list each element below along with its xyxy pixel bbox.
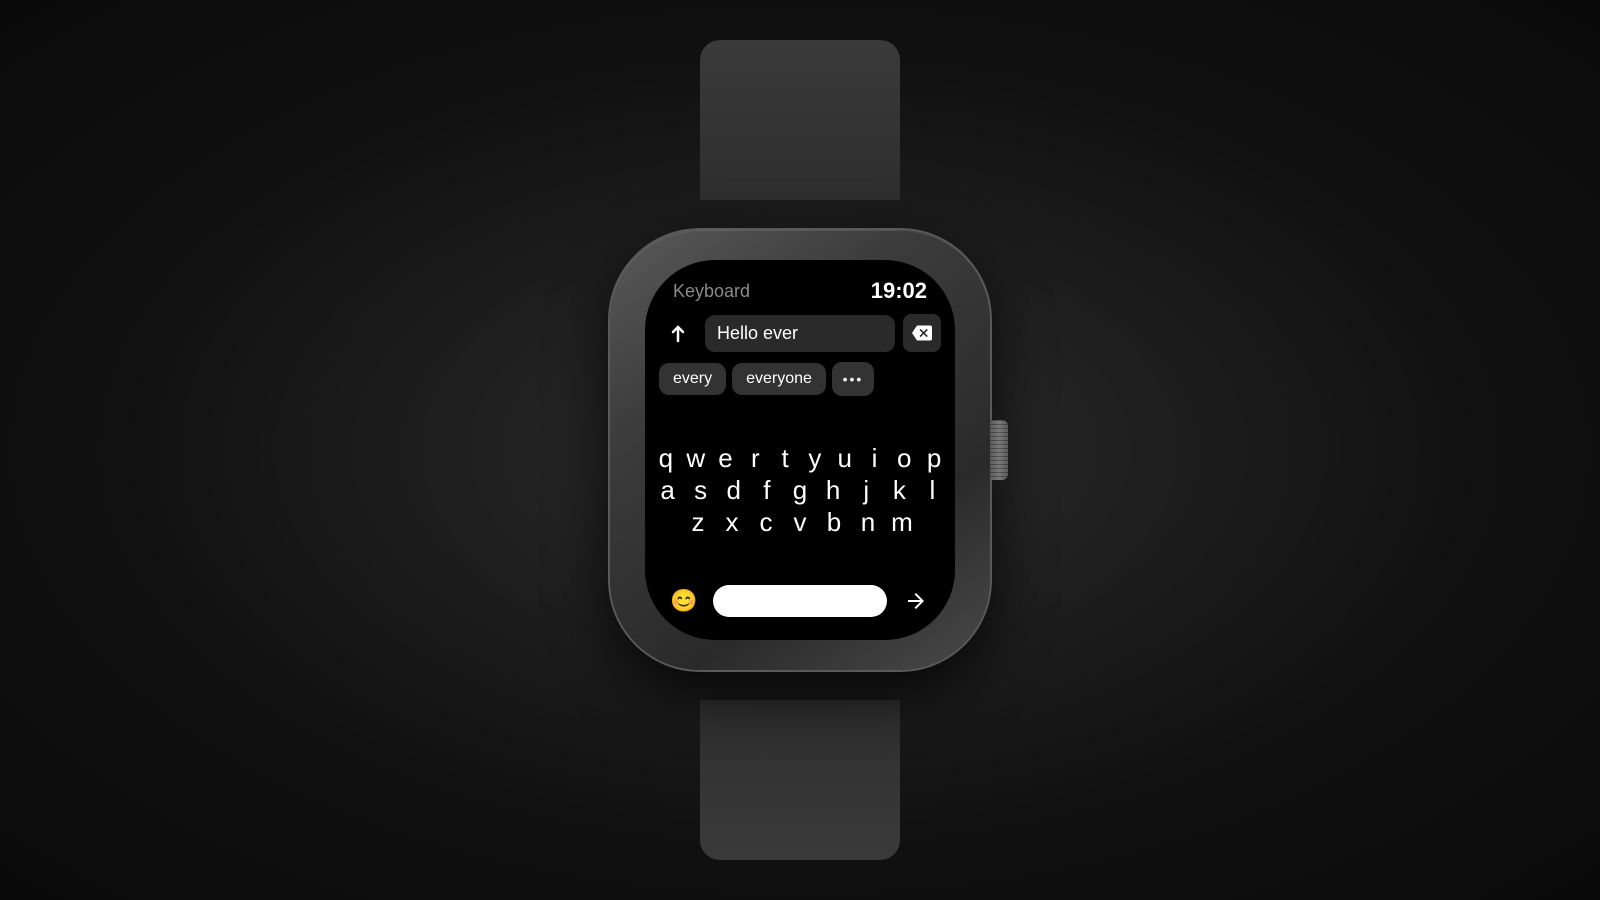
suggestions-row: every everyone ••• [645,362,955,408]
digital-crown[interactable] [990,420,1008,480]
shift-button[interactable] [659,314,697,352]
key-v[interactable]: v [787,509,813,535]
key-o[interactable]: o [893,445,915,471]
send-button[interactable] [897,582,935,620]
backspace-button[interactable] [903,314,941,352]
keyboard-row-2: a s d f g h j k l [655,477,945,503]
suggestion-everyone[interactable]: everyone [732,363,826,395]
key-j[interactable]: j [854,477,879,503]
emoji-button[interactable]: 😊 [665,582,703,620]
key-c[interactable]: c [753,509,779,535]
key-n[interactable]: n [855,509,881,535]
key-q[interactable]: q [655,445,677,471]
key-e[interactable]: e [715,445,737,471]
key-y[interactable]: y [804,445,826,471]
key-x[interactable]: x [719,509,745,535]
emoji-icon: 😊 [670,588,697,614]
keyboard-area: q w e r t y u i o p a s d f g h [645,408,955,572]
input-row: Hello ever [645,314,955,362]
key-d[interactable]: d [721,477,746,503]
watch-header: Keyboard 19:02 [645,260,955,314]
key-m[interactable]: m [889,509,915,535]
key-i[interactable]: i [864,445,886,471]
keyboard-row-3: z x c v b n m [655,509,945,535]
key-p[interactable]: p [923,445,945,471]
key-s[interactable]: s [688,477,713,503]
key-a[interactable]: a [655,477,680,503]
key-u[interactable]: u [834,445,856,471]
key-b[interactable]: b [821,509,847,535]
key-z[interactable]: z [685,509,711,535]
key-k[interactable]: k [887,477,912,503]
app-title: Keyboard [673,281,750,302]
watch-screen: Keyboard 19:02 Hello ever [645,260,955,640]
key-r[interactable]: r [744,445,766,471]
band-top [700,40,900,200]
space-bar[interactable] [713,585,887,617]
key-l[interactable]: l [920,477,945,503]
key-g[interactable]: g [787,477,812,503]
suggestion-every[interactable]: every [659,363,726,395]
key-w[interactable]: w [685,445,707,471]
text-input[interactable]: Hello ever [705,315,895,352]
band-bottom [700,700,900,860]
bottom-bar: 😊 [645,572,955,640]
current-time: 19:02 [871,278,927,304]
watch-scene: Keyboard 19:02 Hello ever [560,170,1040,730]
watch-case: Keyboard 19:02 Hello ever [610,230,990,670]
key-t[interactable]: t [774,445,796,471]
key-f[interactable]: f [754,477,779,503]
keyboard-row-1: q w e r t y u i o p [655,445,945,471]
more-suggestions-button[interactable]: ••• [832,362,874,396]
key-h[interactable]: h [821,477,846,503]
